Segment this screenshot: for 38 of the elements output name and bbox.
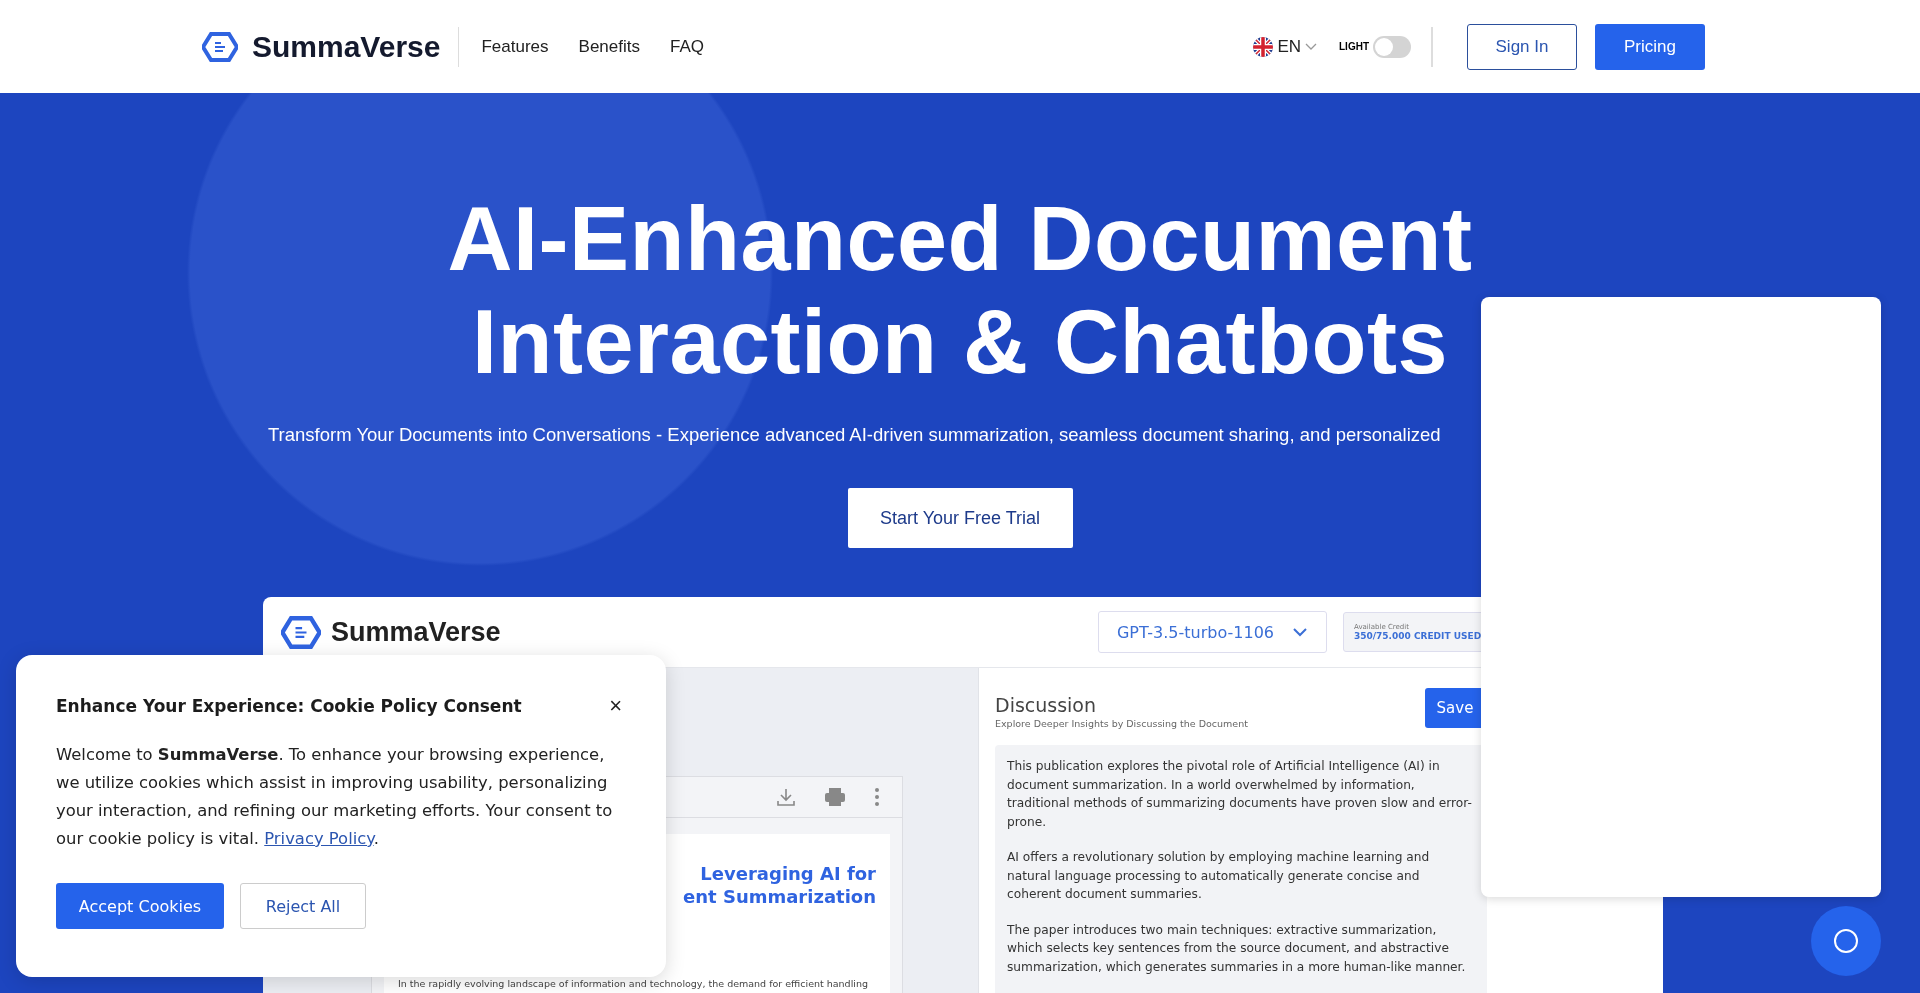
pricing-button[interactable]: Pricing bbox=[1595, 23, 1705, 70]
download-icon bbox=[776, 787, 796, 807]
cookie-text: Welcome to SummaVerse. To enhance your browsing experience, we utilize cookies which assist in improving usability, personalizing your interaction, and refining our marketing efforts. Your consent to our cookie policy is vital. Privacy Policy. bbox=[56, 744, 614, 850]
sign-in-button[interactable]: Sign In bbox=[1467, 23, 1577, 70]
logo-icon bbox=[202, 31, 238, 62]
cookie-title: Enhance Your Experience: Cookie Policy Consent bbox=[56, 696, 522, 716]
accept-button[interactable]: Accept Cookies bbox=[56, 883, 224, 929]
discussion-paragraph: AI offers a revolutionary solution by employing machine learning and natural language processing to automatically generate concise and coherent document summaries. bbox=[1007, 849, 1431, 903]
document-text: In the rapidly evolving landscape of information and technology, the demand for efficient handling bbox=[398, 978, 868, 990]
hero-title: Interaction & Chatbots bbox=[471, 291, 1448, 394]
discussion-title: Discussion bbox=[995, 694, 1098, 716]
document-title: ent Summarization bbox=[683, 885, 876, 908]
reject-button[interactable]: Reject All bbox=[240, 883, 366, 929]
brand-name[interactable]: SummaVerse bbox=[252, 29, 441, 64]
more-icon bbox=[874, 787, 880, 807]
document-title: Leveraging AI for bbox=[700, 862, 876, 885]
privacy-policy-link[interactable]: Privacy Policy bbox=[264, 829, 374, 848]
hero-subtitle: Transform Your Documents into Conversations - Experience advanced AI-driven summarization, seamless document sharing, and personalized bbox=[268, 424, 1441, 445]
logo-icon bbox=[281, 615, 321, 649]
nav-link[interactable]: Features bbox=[481, 36, 549, 57]
discussion-paragraph: The paper introduces two main techniques: extractive summarization, which selects key sentences from the source document, and abstractive summarization, which generates summaries in a more human-like manner. bbox=[1007, 921, 1467, 976]
close-button[interactable]: × bbox=[605, 695, 626, 717]
flag-icon bbox=[1253, 36, 1274, 57]
hero-title: AI-Enhanced Document bbox=[447, 188, 1473, 291]
nav-link[interactable]: Benefits bbox=[578, 36, 640, 57]
credit-value: 350/75.000 CREDIT USED bbox=[1354, 631, 1483, 641]
theme-label: LIGHT bbox=[1339, 41, 1369, 52]
discussion-subtitle: Explore Deeper Insights by Discussing the Document bbox=[995, 718, 1249, 729]
chevron-down-icon bbox=[1292, 627, 1308, 637]
chevron-down-icon bbox=[1305, 42, 1317, 51]
theme-toggle[interactable] bbox=[1373, 35, 1411, 58]
free-trial-button[interactable]: Start Your Free Trial bbox=[847, 488, 1073, 548]
ring-icon bbox=[1832, 927, 1860, 955]
print-icon bbox=[824, 787, 846, 807]
discussion-paragraph: This publication explores the pivotal role of Artificial Intelligence (AI) in document summarization. In a world overwhelmed by information, traditional methods of summarizing documents have proven slow and error-prone. bbox=[1007, 758, 1473, 831]
nav-link[interactable]: FAQ bbox=[670, 36, 704, 57]
language-selector[interactable]: EN bbox=[1253, 36, 1317, 57]
brand-name: SummaVerse bbox=[331, 616, 501, 648]
